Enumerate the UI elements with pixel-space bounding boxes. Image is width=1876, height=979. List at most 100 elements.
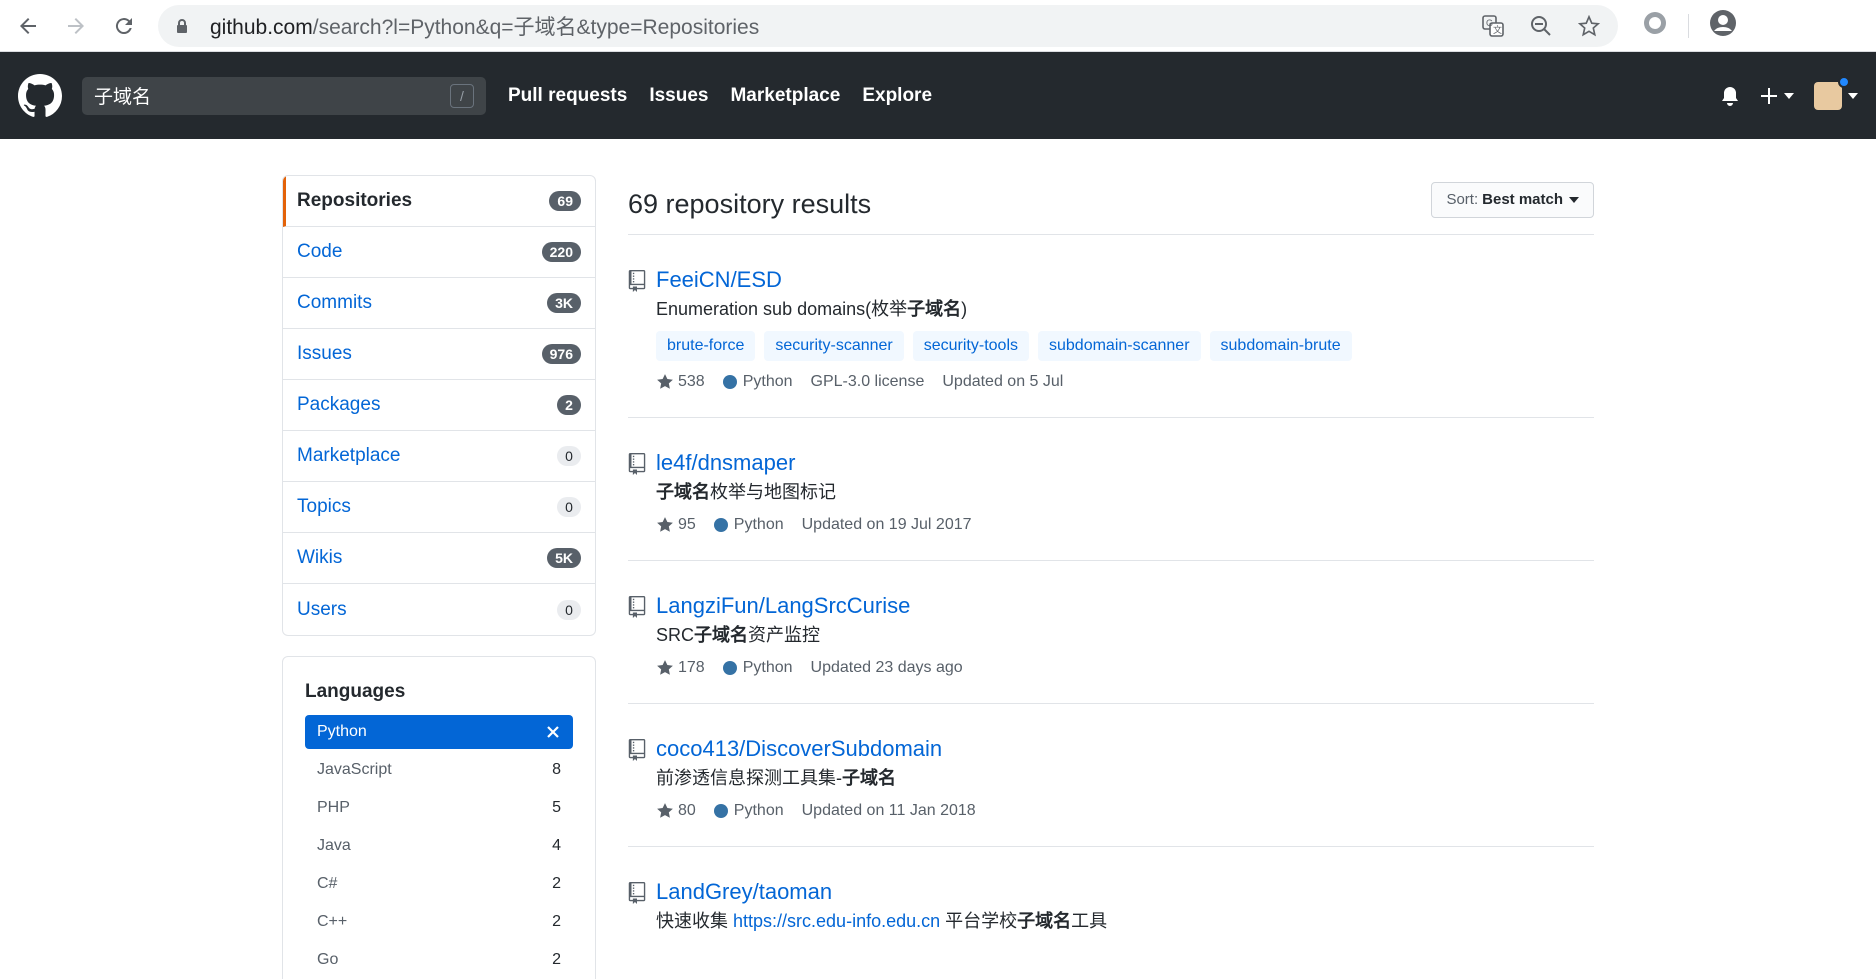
nav-pull-requests[interactable]: Pull requests bbox=[508, 85, 627, 107]
filter-code[interactable]: Code 220 bbox=[283, 227, 595, 278]
toolbar-separator bbox=[1688, 13, 1689, 38]
topic-list: brute-force security-scanner security-to… bbox=[656, 331, 1594, 361]
count-badge: 5K bbox=[547, 548, 581, 568]
filter-wikis[interactable]: Wikis 5K bbox=[283, 533, 595, 584]
filter-marketplace[interactable]: Marketplace 0 bbox=[283, 431, 595, 482]
language-item-python[interactable]: Python bbox=[305, 715, 573, 749]
chevron-down-icon bbox=[1569, 196, 1579, 203]
repo-meta: 178 Python Updated 23 days ago bbox=[656, 659, 1594, 677]
language-item-go[interactable]: Go 2 bbox=[305, 941, 573, 979]
arrow-right-icon bbox=[68, 17, 84, 34]
count-badge: 69 bbox=[549, 191, 581, 211]
chevron-down-icon bbox=[1784, 92, 1794, 99]
repo-updated: Updated 23 days ago bbox=[810, 659, 963, 676]
count-badge: 3K bbox=[547, 293, 581, 313]
language-item-java[interactable]: Java 4 bbox=[305, 827, 573, 865]
notifications-bell-icon[interactable] bbox=[1720, 85, 1740, 107]
nav-marketplace[interactable]: Marketplace bbox=[730, 85, 840, 107]
count-badge: 2 bbox=[557, 395, 581, 415]
topic-tag[interactable]: subdomain-scanner bbox=[1038, 331, 1201, 361]
repo-icon bbox=[628, 882, 646, 904]
user-menu[interactable] bbox=[1814, 75, 1858, 110]
extension-icon[interactable] bbox=[1642, 10, 1668, 41]
repo-updated: Updated on 19 Jul 2017 bbox=[801, 516, 972, 533]
filter-users[interactable]: Users 0 bbox=[283, 584, 595, 635]
translate-icon[interactable]: G文 bbox=[1480, 13, 1506, 39]
repo-language: Python bbox=[713, 516, 784, 534]
description-link[interactable]: https://src.edu-info.edu.cn bbox=[733, 911, 940, 931]
profile-icon[interactable] bbox=[1709, 9, 1737, 42]
reload-icon bbox=[115, 17, 132, 34]
repo-meta: 538 Python GPL-3.0 license Updated on 5 … bbox=[656, 373, 1594, 391]
language-item-javascript[interactable]: JavaScript 8 bbox=[305, 751, 573, 789]
search-value: 子域名 bbox=[94, 87, 152, 108]
bookmark-star-icon[interactable] bbox=[1576, 13, 1602, 39]
repo-updated: Updated on 11 Jan 2018 bbox=[801, 802, 976, 819]
repo-link[interactable]: coco413/DiscoverSubdomain bbox=[656, 736, 1594, 762]
zoom-out-icon[interactable] bbox=[1528, 13, 1554, 39]
search-results: 69 repository results Sort: Best match Fe… bbox=[628, 175, 1594, 959]
chevron-down-icon bbox=[1848, 92, 1858, 99]
create-new-dropdown[interactable] bbox=[1760, 87, 1794, 105]
list-item: LandGrey/taoman 快速收集 https://src.edu-inf… bbox=[628, 847, 1594, 959]
back-button[interactable] bbox=[8, 6, 48, 46]
list-item: FeeiCN/ESD Enumeration sub domains(枚举子域名… bbox=[628, 235, 1594, 418]
star-icon bbox=[657, 660, 673, 675]
sort-dropdown[interactable]: Sort: Best match bbox=[1431, 181, 1594, 218]
filter-packages[interactable]: Packages 2 bbox=[283, 380, 595, 431]
repo-language: Python bbox=[713, 802, 784, 820]
results-title: 69 repository results bbox=[628, 189, 872, 219]
filter-repositories[interactable]: Repositories 69 bbox=[283, 176, 595, 227]
header-nav: Pull requests Issues Marketplace Explore bbox=[508, 85, 954, 107]
github-search-input[interactable]: 子域名 / bbox=[82, 76, 486, 115]
star-icon bbox=[657, 374, 673, 389]
language-item-csharp[interactable]: C# 2 bbox=[305, 865, 573, 903]
filter-topics[interactable]: Topics 0 bbox=[283, 482, 595, 533]
svg-text:文: 文 bbox=[1493, 24, 1502, 35]
avatar bbox=[1814, 75, 1850, 110]
search-sidebar: Repositories 69 Code 220 Commits 3K Issues 9… bbox=[282, 175, 596, 979]
stargazers-link[interactable]: 178 bbox=[656, 659, 705, 677]
stargazers-link[interactable]: 80 bbox=[656, 802, 696, 820]
language-item-cpp[interactable]: C++ 2 bbox=[305, 903, 573, 941]
github-logo-icon[interactable] bbox=[18, 73, 62, 118]
topic-tag[interactable]: brute-force bbox=[656, 331, 756, 361]
count-badge: 0 bbox=[557, 497, 581, 517]
repo-description: SRC子域名资产监控 bbox=[656, 625, 821, 645]
stargazers-link[interactable]: 95 bbox=[656, 516, 696, 534]
count-badge: 0 bbox=[557, 599, 581, 620]
topic-tag[interactable]: security-tools bbox=[912, 331, 1029, 361]
repo-link[interactable]: LangziFun/LangSrcCurise bbox=[656, 593, 1594, 619]
topic-tag[interactable]: subdomain-brute bbox=[1209, 331, 1352, 361]
nav-explore[interactable]: Explore bbox=[862, 85, 932, 107]
language-color-dot bbox=[722, 661, 737, 675]
star-icon bbox=[657, 517, 673, 532]
repo-meta: 95 Python Updated on 19 Jul 2017 bbox=[656, 516, 1594, 534]
languages-filter: Languages Python JavaScript 8 PHP 5 Java 4 … bbox=[282, 656, 596, 979]
repo-updated: Updated on 5 Jul bbox=[942, 373, 1064, 390]
stargazers-link[interactable]: 538 bbox=[656, 373, 705, 391]
svg-text:G: G bbox=[1486, 18, 1493, 28]
list-item: LangziFun/LangSrcCurise SRC子域名资产监控 178 P… bbox=[628, 561, 1594, 704]
repo-link[interactable]: le4f/dnsmaper bbox=[656, 450, 1594, 476]
repo-description: 快速收集 https://src.edu-info.edu.cn 平台学校子域名… bbox=[656, 911, 1108, 931]
lock-icon bbox=[177, 18, 187, 33]
repo-link[interactable]: LandGrey/taoman bbox=[656, 879, 1594, 905]
language-item-php[interactable]: PHP 5 bbox=[305, 789, 573, 827]
language-color-dot bbox=[722, 375, 737, 389]
repo-license: GPL-3.0 license bbox=[810, 373, 925, 390]
address-bar[interactable]: github.com/search?l=Python&q=子域名&type=Re… bbox=[158, 4, 1618, 47]
reload-button[interactable] bbox=[104, 6, 144, 46]
results-header: 69 repository results Sort: Best match bbox=[628, 175, 1594, 235]
repo-link[interactable]: FeeiCN/ESD bbox=[656, 267, 1594, 293]
repo-icon bbox=[628, 596, 646, 618]
repo-description: 前渗透信息探测工具集-子域名 bbox=[656, 768, 896, 788]
nav-issues[interactable]: Issues bbox=[649, 85, 708, 107]
github-header: 子域名 / Pull requests Issues Marketplace E… bbox=[0, 52, 1876, 139]
close-icon[interactable] bbox=[545, 724, 561, 740]
filter-issues[interactable]: Issues 976 bbox=[283, 329, 595, 380]
topic-tag[interactable]: security-scanner bbox=[764, 331, 904, 361]
repo-description: Enumeration sub domains(枚举子域名) bbox=[656, 299, 968, 319]
filter-commits[interactable]: Commits 3K bbox=[283, 278, 595, 329]
forward-button[interactable] bbox=[56, 6, 96, 46]
